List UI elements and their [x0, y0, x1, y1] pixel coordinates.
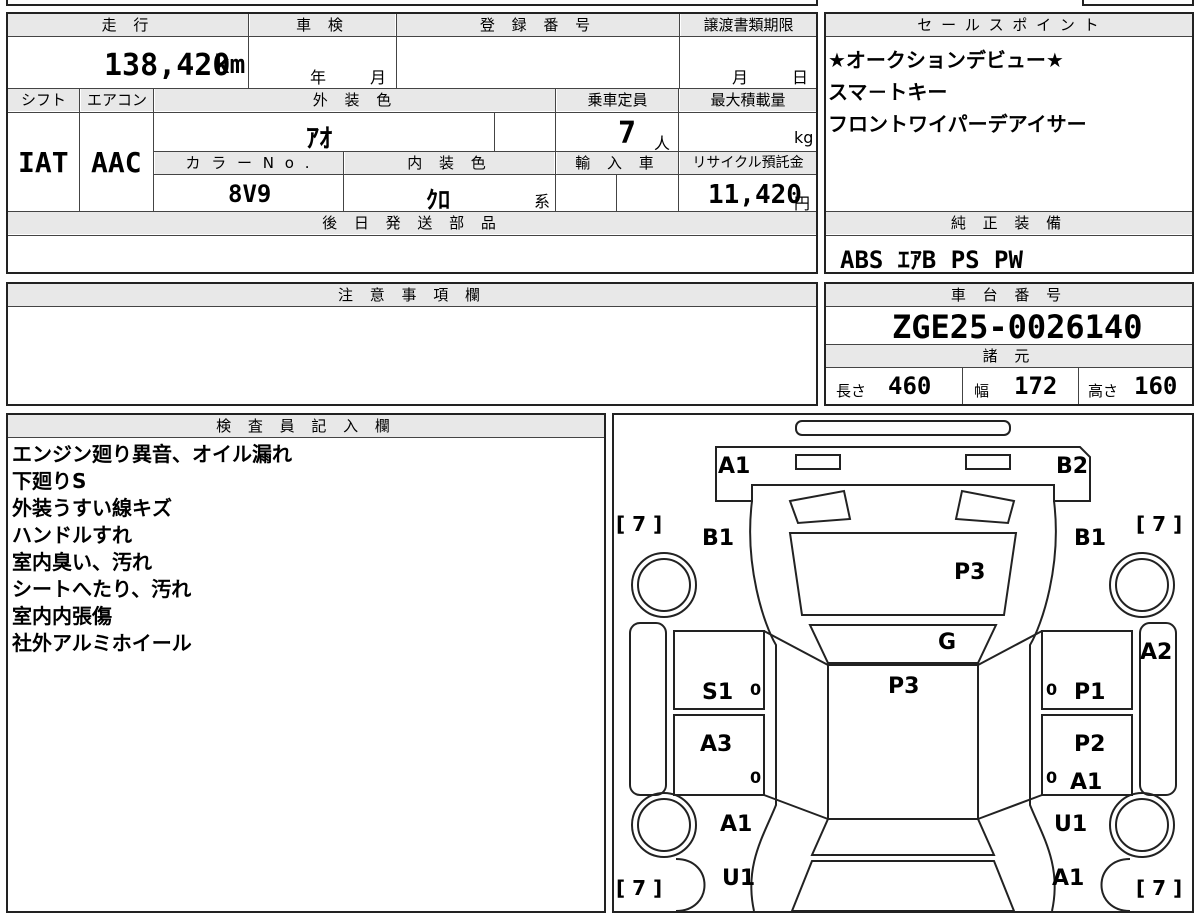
- diagram-mark: A1: [720, 812, 752, 837]
- diagram-mark: P1: [1074, 680, 1105, 705]
- remarks-list: エンジン廻り異音、オイル漏れ 下廻りS 外装うすい線キズ ハンドルすれ 室内臭い…: [12, 441, 292, 657]
- tire-depth-label: [ 7 ]: [1136, 512, 1182, 536]
- remark-line: 社外アルミホイール: [12, 631, 192, 655]
- diagram-mark: P2: [1074, 732, 1105, 757]
- tire-depth-label: [ 7 ]: [1136, 876, 1182, 900]
- color-no-header: カ ラ ー N o .: [155, 152, 343, 174]
- diagram-mark: B2: [1056, 454, 1088, 479]
- transfer-deadline-header: 譲渡書類期限: [681, 14, 816, 36]
- remark-line: シートへたり、汚れ: [12, 577, 192, 601]
- diagram-mark: B1: [1074, 526, 1106, 551]
- int-color-value: ｸﾛ: [426, 186, 450, 214]
- equipment-value: ABS ｴｱB PS PW: [840, 246, 1023, 274]
- registration-header: 登 録 番 号: [397, 14, 679, 36]
- mileage-unit: km: [214, 50, 246, 80]
- color-no-value: 8V9: [228, 180, 272, 208]
- diagram-mark: P3: [888, 674, 919, 699]
- transfer-month-unit: 月: [732, 68, 749, 87]
- recycle-value: 11,420: [708, 180, 802, 210]
- ext-color-header: 外 装 色: [155, 89, 555, 111]
- top-strip: [6, 0, 818, 6]
- transfer-day-unit: 日: [792, 68, 809, 87]
- sales-point-1: ★オークションデビュー★: [828, 48, 1064, 72]
- inspector-header: 検 査 員 記 入 欄: [8, 415, 604, 437]
- diagram-mark: U1: [1054, 812, 1087, 837]
- remark-line: 室内臭い、汚れ: [12, 550, 152, 574]
- chassis-number: ZGE25-0026140: [892, 308, 1143, 346]
- int-color-header: 内 装 色: [345, 152, 554, 174]
- sales-point-2: スマ－トキー: [828, 80, 948, 104]
- diagram-mark: G: [938, 630, 956, 655]
- length-label: 長さ: [836, 382, 867, 400]
- notes-header: 注 意 事 項 欄: [8, 284, 816, 306]
- mileage-header: 走 行: [8, 14, 248, 36]
- inspection-header: 車 検: [250, 14, 395, 36]
- diagram-mark: A1: [718, 454, 750, 479]
- diagram-zero: 0: [750, 768, 761, 787]
- capacity-header: 乗車定員: [557, 89, 678, 111]
- diagram-mark: A1: [1052, 866, 1084, 891]
- chassis-header: 車 台 番 号: [826, 284, 1192, 306]
- diagram-zero: 0: [1046, 768, 1057, 787]
- max-load-unit: kg: [794, 128, 814, 147]
- mileage-value: 138,420: [104, 48, 231, 83]
- equipment-header: 純 正 装 備: [826, 212, 1192, 234]
- inspection-month-unit: 月: [370, 68, 387, 87]
- tire-depth-label: [ 7 ]: [616, 876, 662, 900]
- remark-line: エンジン廻り異音、オイル漏れ: [12, 442, 292, 466]
- remark-line: 室内内張傷: [12, 604, 112, 628]
- diagram-zero: 0: [750, 680, 761, 699]
- import-header: 輸 入 車: [557, 152, 678, 174]
- sales-point-3: フロントワイパーデアイサー: [828, 112, 1087, 136]
- width-value: 172: [1014, 372, 1058, 400]
- max-load-header: 最大積載量: [680, 89, 816, 111]
- diagram-mark: A2: [1140, 640, 1172, 665]
- diagram-mark: A1: [1070, 770, 1102, 795]
- capacity-value: 7: [618, 116, 637, 151]
- diagram-mark: P3: [954, 560, 985, 585]
- length-value: 460: [888, 372, 932, 400]
- diagram-zero: 0: [1046, 680, 1057, 699]
- diagram-mark: U1: [722, 866, 755, 891]
- height-label: 高さ: [1088, 382, 1119, 400]
- sales-points-header: セ ー ル ス ポ イ ン ト: [826, 14, 1192, 36]
- shift-value: IAT: [18, 146, 69, 179]
- top-strip-right: [1082, 0, 1194, 6]
- ac-header: エアコン: [81, 89, 153, 111]
- later-parts-header: 後 日 発 送 部 品: [8, 212, 816, 234]
- specs-header: 諸 元: [826, 345, 1192, 367]
- int-color-suffix: 系: [534, 192, 551, 211]
- remark-line: 外装うすい線キズ: [12, 496, 172, 520]
- shift-header: シフト: [8, 89, 79, 111]
- ext-color-value: ｱｵ: [306, 124, 333, 154]
- tire-depth-label: [ 7 ]: [616, 512, 662, 536]
- diagram-mark: S1: [702, 680, 733, 705]
- height-value: 160: [1134, 372, 1178, 400]
- remark-line: ハンドルすれ: [12, 523, 132, 547]
- diagram-mark: A3: [700, 732, 732, 757]
- width-label: 幅: [974, 382, 990, 400]
- ac-value: AAC: [91, 146, 142, 179]
- recycle-header: リサイクル預託金: [680, 152, 816, 174]
- remark-line: 下廻りS: [12, 469, 87, 493]
- car-diagram: A1 B2 B1 B1 P3 G A2 P3 S1 P1 A3 P2 A1 A1…: [616, 420, 1182, 911]
- inspection-year-unit: 年: [310, 68, 327, 87]
- diagram-mark: B1: [702, 526, 734, 551]
